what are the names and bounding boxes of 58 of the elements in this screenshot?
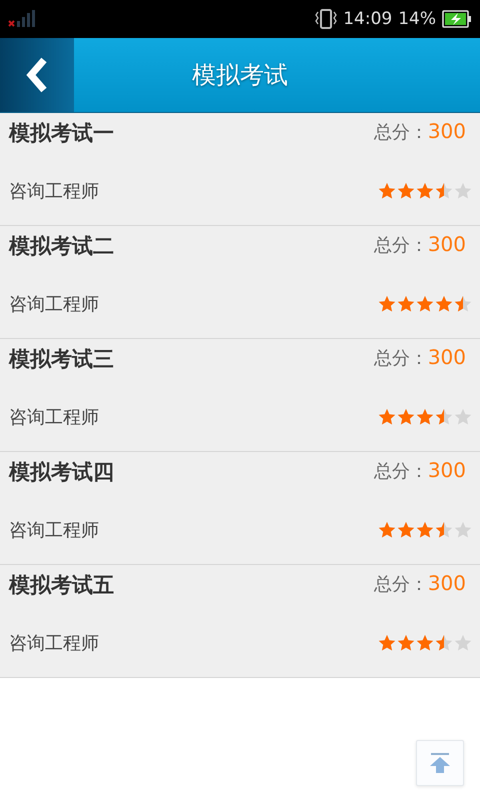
star-icon [397, 408, 415, 426]
star-icon [435, 408, 453, 426]
exam-title: 模拟考试二 [9, 233, 114, 260]
exam-title: 模拟考试一 [9, 120, 114, 147]
star-icon [416, 634, 434, 652]
star-icon [397, 182, 415, 200]
star-icon [435, 295, 453, 313]
score-label: 总分： [374, 235, 428, 256]
vibrate-icon [315, 9, 338, 29]
battery-charging-icon [442, 10, 472, 28]
score-value: 300 [428, 345, 466, 369]
exam-subject: 咨询工程师 [9, 632, 99, 655]
score-label: 总分： [374, 461, 428, 482]
score-value: 300 [428, 571, 466, 595]
star-icon [435, 634, 453, 652]
star-icon [454, 408, 472, 426]
star-icon [454, 295, 472, 313]
score-value: 300 [428, 458, 466, 482]
star-icon [397, 521, 415, 539]
battery-percent: 14% [398, 9, 436, 29]
score-label: 总分： [374, 122, 428, 143]
star-icon [435, 521, 453, 539]
star-icon [378, 295, 396, 313]
score-value: 300 [428, 232, 466, 256]
score-value: 300 [428, 119, 466, 143]
star-icon [416, 182, 434, 200]
exam-item[interactable]: 模拟考试四 总分：300 咨询工程师 [0, 452, 480, 565]
score-label: 总分： [374, 348, 428, 369]
exam-title: 模拟考试三 [9, 346, 114, 373]
arrow-up-icon [428, 751, 452, 775]
star-icon [416, 295, 434, 313]
score-label: 总分： [374, 574, 428, 595]
star-icon [397, 295, 415, 313]
exam-item[interactable]: 模拟考试二 总分：300 咨询工程师 [0, 226, 480, 339]
page-title: 模拟考试 [191, 60, 289, 91]
signal-icon [8, 10, 38, 28]
star-icon [378, 521, 396, 539]
star-icon [378, 408, 396, 426]
star-icon [454, 521, 472, 539]
star-icon [454, 634, 472, 652]
star-icon [435, 182, 453, 200]
exam-item[interactable]: 模拟考试一 总分：300 咨询工程师 [0, 113, 480, 226]
star-icon [454, 182, 472, 200]
star-icon [416, 521, 434, 539]
exam-subject: 咨询工程师 [9, 519, 99, 542]
exam-subject: 咨询工程师 [9, 406, 99, 429]
exam-title: 模拟考试五 [9, 572, 114, 599]
star-icon [397, 634, 415, 652]
exam-item[interactable]: 模拟考试三 总分：300 咨询工程师 [0, 339, 480, 452]
star-icon [378, 634, 396, 652]
exam-subject: 咨询工程师 [9, 180, 99, 203]
clock-time: 14:09 [343, 9, 392, 29]
star-icon [378, 182, 396, 200]
exam-item[interactable]: 模拟考试五 总分：300 咨询工程师 [0, 565, 480, 678]
exam-title: 模拟考试四 [9, 459, 114, 486]
star-icon [416, 408, 434, 426]
exam-subject: 咨询工程师 [9, 293, 99, 316]
back-button[interactable] [0, 38, 74, 112]
